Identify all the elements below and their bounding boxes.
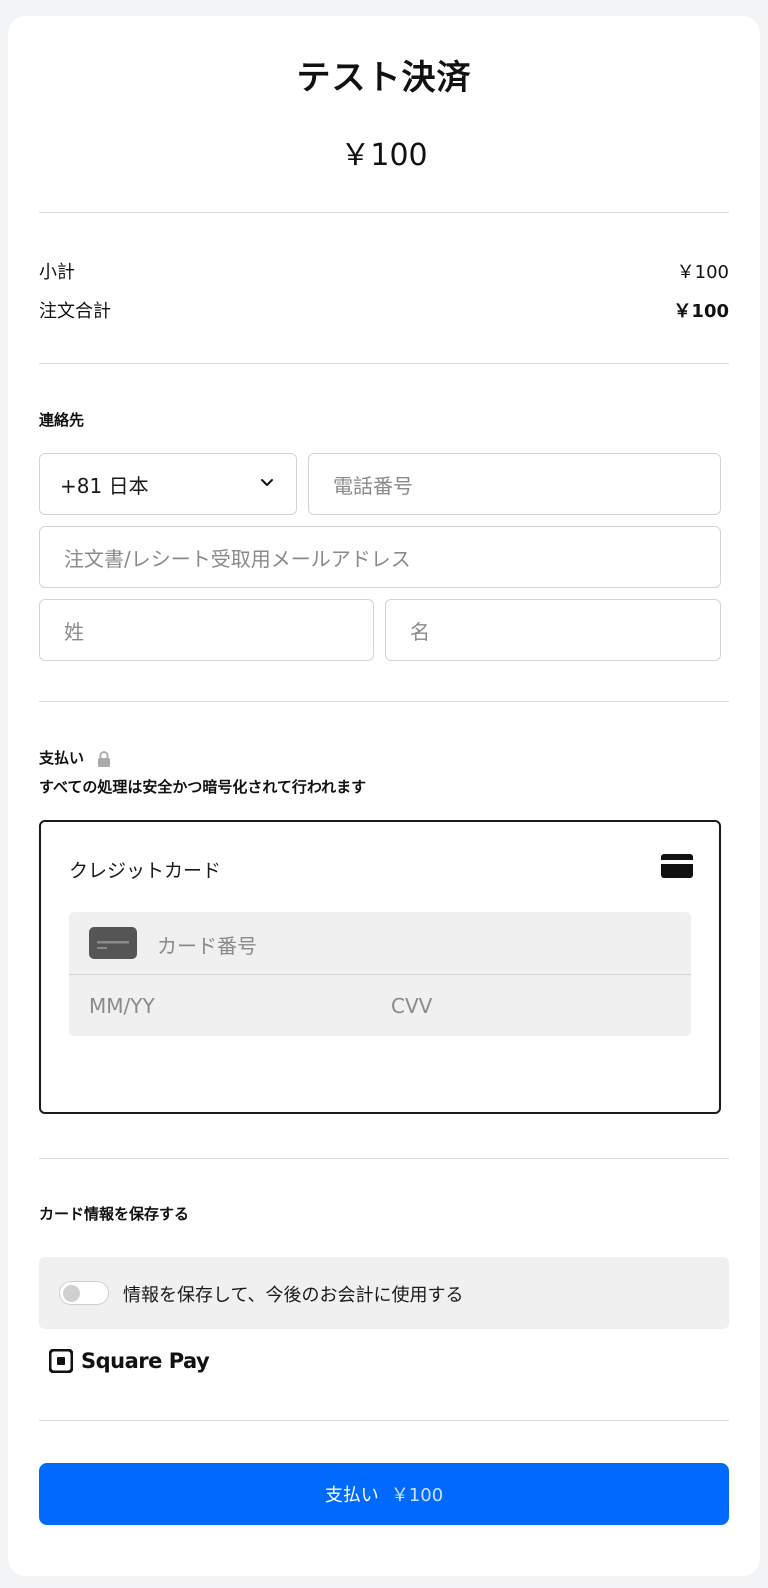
chevron-down-icon xyxy=(261,479,273,486)
subtotal-value: ￥100 xyxy=(676,262,729,283)
email-input[interactable]: 注文書/レシート受取用メールアドレス xyxy=(39,526,721,588)
save-card-toggle-label: 情報を保存して、今後のお会計に使用する xyxy=(123,1285,464,1306)
country-code-select[interactable]: +81 日本 xyxy=(39,453,297,515)
credit-card-label: クレジットカード xyxy=(69,860,222,882)
save-card-toggle[interactable] xyxy=(59,1281,109,1305)
card-number-input[interactable]: カード番号 xyxy=(157,930,257,959)
card-fields: カード番号 MM/YY CVV xyxy=(69,912,691,1036)
first-name-input[interactable]: 名 xyxy=(385,599,721,661)
cvv-input[interactable]: CVV xyxy=(391,994,432,1018)
card-brand-icon xyxy=(89,927,137,959)
pay-button[interactable]: 支払い ￥100 xyxy=(39,1463,729,1525)
country-code-value: +81 日本 xyxy=(60,473,149,498)
pay-button-label: 支払い xyxy=(324,1485,379,1506)
divider xyxy=(39,1420,729,1421)
email-placeholder: 注文書/レシート受取用メールアドレス xyxy=(64,546,411,571)
last-name-input[interactable]: 姓 xyxy=(39,599,374,661)
security-note: すべての処理は安全かつ暗号化されて行われます xyxy=(39,778,367,796)
lock-icon xyxy=(98,750,111,767)
square-pay-text: Square Pay xyxy=(81,1349,210,1373)
divider xyxy=(39,212,729,213)
save-card-section-label: カード情報を保存する xyxy=(39,1205,190,1223)
checkout-card: テスト決済 ￥100 小計 ￥100 注文合計 ￥100 連絡先 +81 日本 … xyxy=(8,16,760,1576)
last-name-placeholder: 姓 xyxy=(64,619,84,644)
payment-label: 支払い xyxy=(39,749,85,767)
credit-card-icon xyxy=(661,854,693,878)
divider xyxy=(39,1158,729,1159)
square-logo-icon xyxy=(49,1349,73,1373)
phone-placeholder: 電話番号 xyxy=(333,473,413,498)
total-row: 注文合計 ￥100 xyxy=(39,297,729,323)
header-amount: ￥100 xyxy=(340,138,428,173)
subtotal-row: 小計 ￥100 xyxy=(39,258,729,284)
toggle-knob xyxy=(63,1284,80,1302)
divider xyxy=(39,701,729,702)
divider xyxy=(39,363,729,364)
total-label: 注文合計 xyxy=(39,301,111,322)
card-fields-divider xyxy=(69,974,691,975)
phone-input[interactable]: 電話番号 xyxy=(308,453,721,515)
first-name-placeholder: 名 xyxy=(410,619,430,644)
pay-button-amount: ￥100 xyxy=(390,1485,444,1506)
save-card-box: 情報を保存して、今後のお会計に使用する xyxy=(39,1257,729,1329)
expiry-input[interactable]: MM/YY xyxy=(89,994,155,1018)
credit-card-panel[interactable]: クレジットカード カード番号 MM/YY CVV xyxy=(39,820,721,1114)
contact-section-label: 連絡先 xyxy=(39,411,85,429)
payment-section-label: 支払い xyxy=(39,747,111,768)
subtotal-label: 小計 xyxy=(39,262,75,283)
total-value: ￥100 xyxy=(673,301,729,322)
page-title: テスト決済 xyxy=(296,58,472,98)
square-pay-logo: Square Pay xyxy=(49,1349,210,1373)
